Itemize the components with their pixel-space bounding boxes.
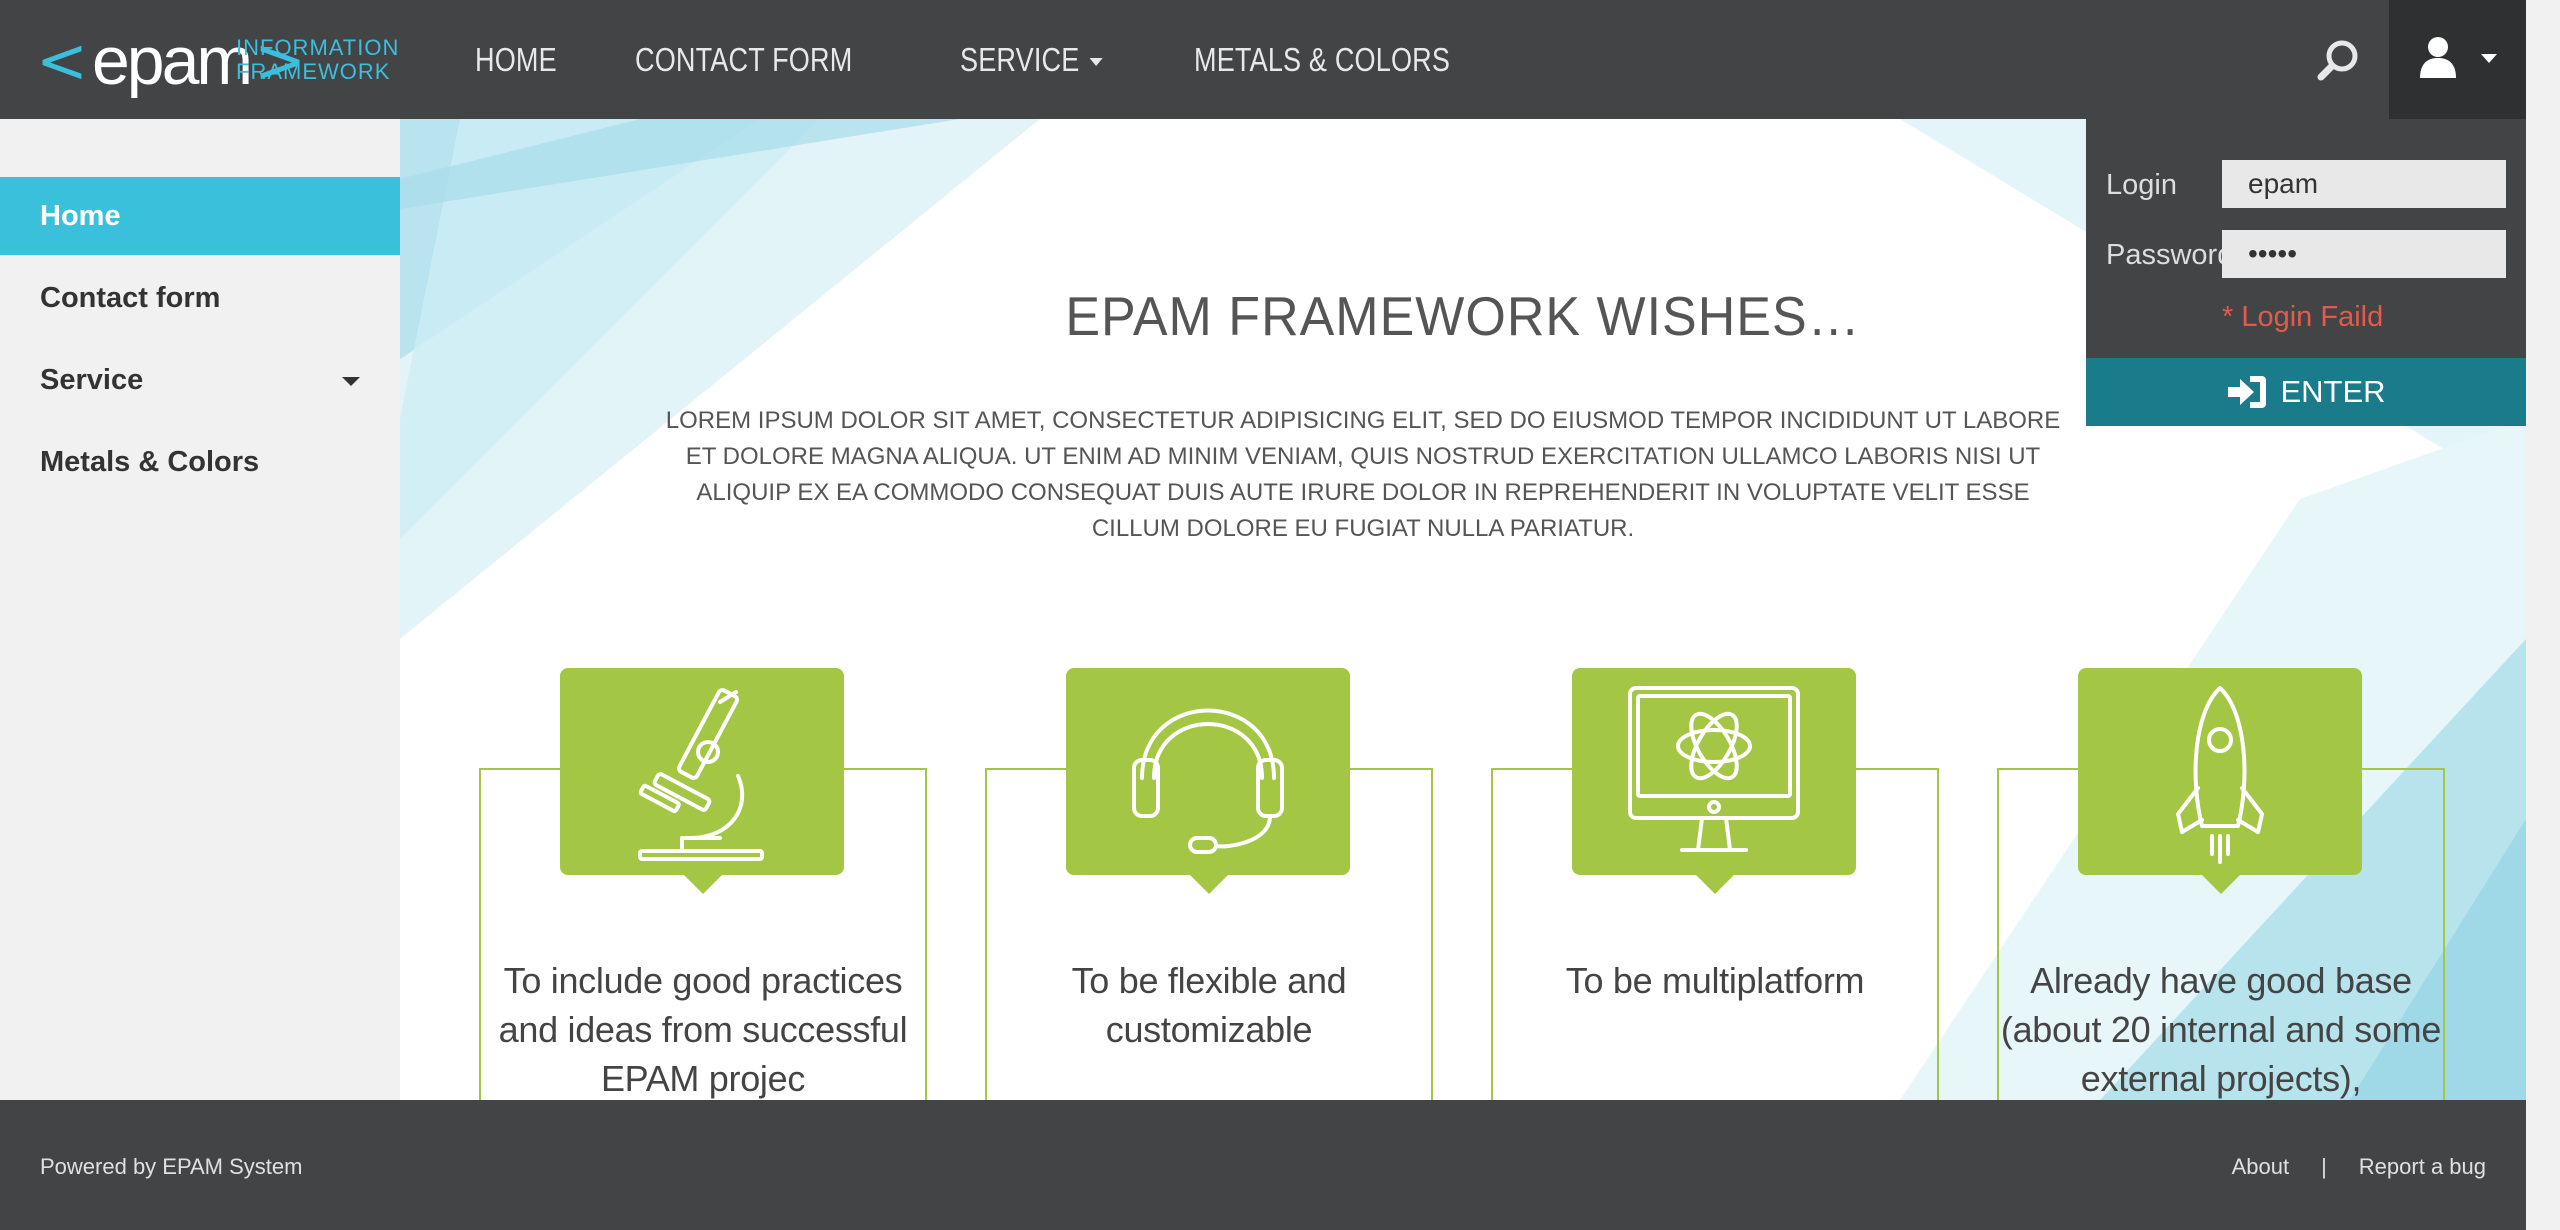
microscope-icon <box>560 668 844 875</box>
login-label: Login <box>2106 169 2177 201</box>
sidebar: Home Contact form Service Metals & Color… <box>0 119 400 1100</box>
password-input[interactable] <box>2222 230 2506 278</box>
login-input[interactable] <box>2222 160 2506 208</box>
nav-service-label: Service <box>959 40 1080 78</box>
intro-text: LOREM IPSUM DOLOR SIT AMET, CONSECTETUR … <box>665 407 2061 542</box>
chevron-down-icon <box>342 377 360 386</box>
enter-button[interactable]: ENTER <box>2086 358 2526 426</box>
sidebar-item-home[interactable]: Home <box>0 177 400 255</box>
scrollbar[interactable] <box>2526 0 2560 1230</box>
login-dropdown: Login Password * Login Faild ENTER <box>2086 119 2526 426</box>
logo-subtitle: INFORMATION FRAMEWORK <box>236 36 399 84</box>
chevron-down-icon <box>1089 57 1103 66</box>
chevron-down-icon <box>2481 54 2497 63</box>
logo-word: epam <box>91 23 253 99</box>
report-bug-link[interactable]: Report a bug <box>2359 1154 2486 1180</box>
footer-separator: | <box>2321 1154 2327 1179</box>
sidebar-item-service[interactable]: Service <box>0 341 400 419</box>
benefit-text: Already have good base (about 20 interna… <box>2000 960 2442 1099</box>
benefit-pointer <box>684 875 722 894</box>
footer-links: About | Report a bug <box>2232 1154 2486 1180</box>
top-header: < epam > INFORMATION FRAMEWORK Home Cont… <box>0 0 2526 119</box>
nav-contact-form[interactable]: Contact form <box>635 41 852 79</box>
footer: Powered by EPAM System About | Report a … <box>0 1100 2526 1230</box>
search-icon[interactable] <box>2316 37 2362 83</box>
nav-service[interactable]: Service <box>959 40 1103 79</box>
benefit-card: To be flexible and customizable <box>985 668 1433 1100</box>
benefit-pointer <box>1190 875 1228 894</box>
benefit-text: To include good practices and ideas from… <box>498 960 908 1099</box>
sidebar-item-metals-colors[interactable]: Metals & Colors <box>0 423 400 501</box>
login-error: * Login Faild <box>2222 301 2384 333</box>
nav-metals-colors[interactable]: Metals & Colors <box>1194 41 1450 79</box>
user-icon <box>2420 37 2456 78</box>
sign-in-icon <box>2228 376 2267 408</box>
monitor-atom-icon <box>1572 668 1856 875</box>
sidebar-item-label: Service <box>40 364 144 396</box>
powered-by-text: Powered by EPAM System <box>40 1154 303 1179</box>
benefit-text: To be multiplatform <box>1565 960 1865 1001</box>
headset-icon <box>1066 668 1350 875</box>
top-nav: Home Contact form Service Metals & Color… <box>475 0 1566 119</box>
benefit-pointer <box>2202 875 2240 894</box>
logo-left-bracket: < <box>36 24 88 97</box>
sidebar-item-contact-form[interactable]: Contact form <box>0 259 400 337</box>
rocket-icon <box>2078 668 2362 875</box>
benefit-pointer <box>1696 875 1734 894</box>
enter-label: ENTER <box>2280 374 2386 409</box>
password-label: Password <box>2106 239 2234 271</box>
about-link[interactable]: About <box>2232 1154 2290 1180</box>
benefit-text: To be flexible and customizable <box>1071 960 1347 1050</box>
logo-subtitle-line2: FRAMEWORK <box>236 59 391 84</box>
benefit-card: To be multiplatform <box>1491 668 1939 1100</box>
benefit-card: Already have good base (about 20 interna… <box>1997 668 2445 1100</box>
benefit-card: To include good practices and ideas from… <box>479 668 927 1100</box>
user-menu-button[interactable] <box>2389 0 2526 119</box>
nav-home[interactable]: Home <box>475 41 557 79</box>
logo-subtitle-line1: INFORMATION <box>236 35 400 60</box>
